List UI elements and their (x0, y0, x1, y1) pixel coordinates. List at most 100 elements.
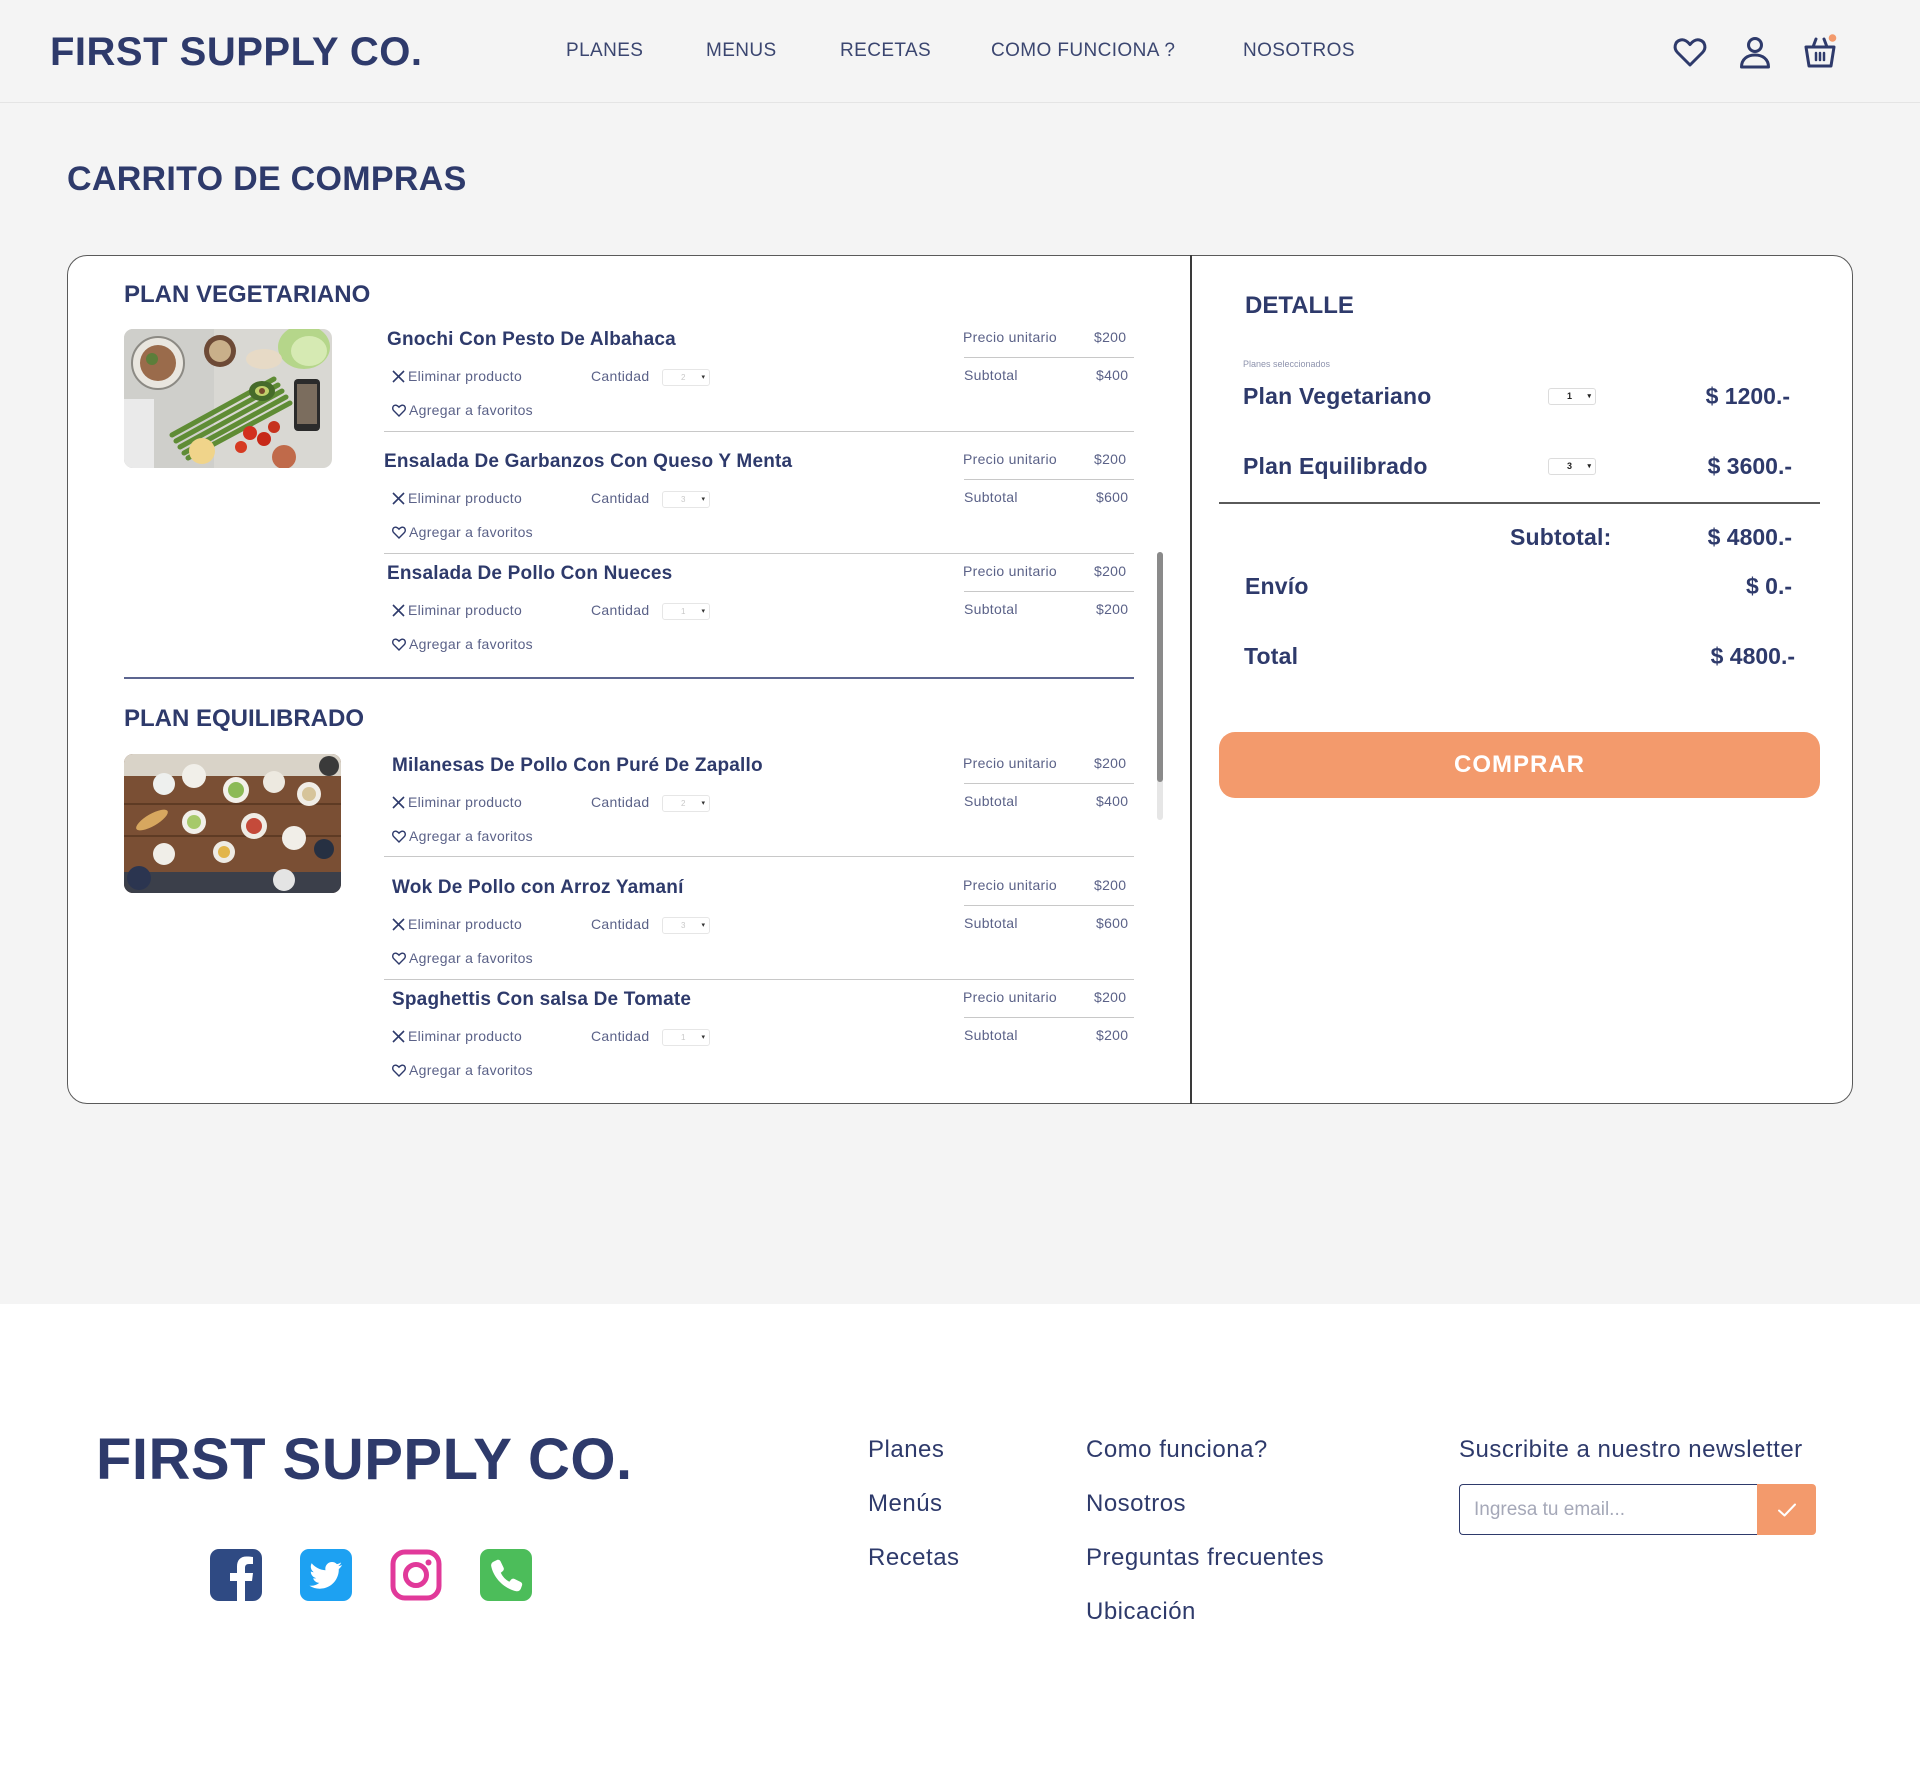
quantity-label: Cantidad (591, 490, 650, 506)
heart-icon (392, 403, 406, 417)
quantity-label: Cantidad (591, 602, 650, 618)
plan-equilibrado-image (124, 754, 341, 893)
product-name: Gnochi Con Pesto De Albahaca (387, 329, 676, 350)
quantity-select[interactable]: 2 ▾ (662, 795, 710, 812)
unit-price-label: Precio unitario (963, 563, 1057, 579)
subtotal-value: $600 (1096, 915, 1129, 931)
remove-label: Eliminar producto (408, 916, 523, 932)
add-favorite-button[interactable]: Agregar a favoritos (392, 524, 533, 540)
unit-price-value: $200 (1094, 989, 1127, 1005)
newsletter-submit-button[interactable] (1757, 1484, 1816, 1535)
subtotal-value: $400 (1096, 367, 1129, 383)
unit-price-value: $200 (1094, 755, 1127, 771)
add-favorite-button[interactable]: Agregar a favoritos (392, 828, 533, 844)
detail-plan-qty-select[interactable]: 1 ▾ (1548, 388, 1596, 405)
favorite-label: Agregar a favoritos (409, 1062, 533, 1078)
quantity-select[interactable]: 2 ▾ (662, 369, 710, 386)
remove-label: Eliminar producto (408, 490, 523, 506)
add-favorite-button[interactable]: Agregar a favoritos (392, 402, 533, 418)
favorite-label: Agregar a favoritos (409, 524, 533, 540)
newsletter-email-input[interactable] (1459, 1484, 1757, 1535)
subtotal-label: Subtotal (964, 489, 1018, 505)
detail-plan-name: Plan Vegetariano (1243, 383, 1432, 409)
quantity-select[interactable]: 3 ▾ (662, 491, 710, 508)
heart-icon[interactable] (1672, 34, 1708, 70)
heart-icon (392, 951, 406, 965)
product-name: Spaghettis Con salsa De Tomate (392, 989, 692, 1010)
footer-link-faq[interactable]: Preguntas frecuentes (1086, 1544, 1324, 1572)
scrollbar-thumb[interactable] (1157, 552, 1163, 782)
remove-product-button[interactable]: Eliminar producto (392, 368, 522, 384)
nav-recetas[interactable]: RECETAS (840, 40, 931, 62)
remove-product-button[interactable]: Eliminar producto (392, 916, 522, 932)
nav-como-funciona[interactable]: COMO FUNCIONA ? (991, 40, 1175, 62)
footer-link-nosotros[interactable]: Nosotros (1086, 1490, 1186, 1518)
add-favorite-button[interactable]: Agregar a favoritos (392, 1062, 533, 1078)
user-icon[interactable] (1737, 34, 1773, 70)
selected-plans-label: Planes seleccionados (1243, 359, 1331, 369)
detail-plan-qty-select[interactable]: 3 ▾ (1548, 458, 1596, 475)
quantity-select[interactable]: 1 ▾ (662, 1029, 710, 1046)
twitter-icon[interactable] (300, 1549, 352, 1601)
close-icon (392, 795, 405, 809)
quantity-label: Cantidad (591, 1028, 650, 1044)
product-name: Ensalada De Pollo Con Nueces (387, 563, 673, 584)
buy-button[interactable]: COMPRAR (1219, 732, 1820, 798)
panel-divider (1190, 255, 1192, 1104)
remove-product-button[interactable]: Eliminar producto (392, 1028, 522, 1044)
footer-link-planes[interactable]: Planes (868, 1436, 944, 1464)
remove-product-button[interactable]: Eliminar producto (392, 794, 522, 810)
heart-icon (392, 829, 406, 843)
footer-link-ubicacion[interactable]: Ubicación (1086, 1598, 1196, 1626)
add-favorite-button[interactable]: Agregar a favoritos (392, 950, 533, 966)
price-divider (964, 905, 1134, 906)
cart-panel (67, 255, 1853, 1104)
close-icon (392, 369, 405, 383)
product-name: Milanesas De Pollo Con Puré De Zapallo (392, 755, 763, 776)
site-logo[interactable]: FIRST SUPPLY CO. (50, 30, 423, 75)
phone-icon[interactable] (480, 1549, 532, 1601)
subtotal-label: Subtotal (964, 915, 1018, 931)
price-divider (964, 783, 1134, 784)
quantity-select[interactable]: 1 ▾ (662, 603, 710, 620)
detail-envio-value: $ 0.- (1745, 573, 1792, 599)
footer-link-recetas[interactable]: Recetas (868, 1544, 960, 1572)
quantity-label: Cantidad (591, 368, 650, 384)
facebook-icon[interactable] (210, 1549, 262, 1601)
detail-envio-label: Envío (1245, 573, 1309, 599)
nav-menus[interactable]: MENUS (706, 40, 777, 62)
cart-badge (1828, 34, 1837, 42)
detail-plan-name: Plan Equilibrado (1243, 453, 1428, 479)
subtotal-value: $400 (1096, 793, 1129, 809)
item-divider (384, 553, 1134, 554)
heart-icon (392, 637, 406, 651)
footer-link-menus[interactable]: Menús (868, 1490, 943, 1518)
unit-price-value: $200 (1094, 877, 1127, 893)
footer-logo[interactable]: FIRST SUPPLY CO. (96, 1426, 633, 1493)
price-divider (964, 357, 1134, 358)
detail-subtotal-value: $ 4800.- (1707, 524, 1792, 550)
remove-label: Eliminar producto (408, 794, 523, 810)
subtotal-label: Subtotal (964, 793, 1018, 809)
unit-price-label: Precio unitario (963, 877, 1057, 893)
remove-label: Eliminar producto (408, 1028, 523, 1044)
nav-planes[interactable]: PLANES (566, 40, 643, 62)
unit-price-label: Precio unitario (963, 451, 1057, 467)
plan-vegetariano-image (124, 329, 332, 468)
quantity-select[interactable]: 3 ▾ (662, 917, 710, 934)
nav-nosotros[interactable]: NOSOTROS (1243, 40, 1355, 62)
instagram-icon[interactable] (390, 1549, 442, 1601)
subtotal-label: Subtotal (964, 601, 1018, 617)
footer-link-como-funciona[interactable]: Como funciona? (1086, 1436, 1268, 1464)
add-favorite-button[interactable]: Agregar a favoritos (392, 636, 533, 652)
basket-icon[interactable] (1802, 34, 1838, 70)
remove-product-button[interactable]: Eliminar producto (392, 602, 522, 618)
unit-price-label: Precio unitario (963, 755, 1057, 771)
detail-subtotal-label: Subtotal: (1510, 524, 1612, 550)
remove-product-button[interactable]: Eliminar producto (392, 490, 522, 506)
page-title: CARRITO DE COMPRAS (67, 160, 467, 198)
quantity-label: Cantidad (591, 916, 650, 932)
product-name: Wok De Pollo con Arroz Yamaní (392, 877, 684, 898)
subtotal-value: $200 (1096, 601, 1129, 617)
detail-divider (1219, 502, 1820, 504)
